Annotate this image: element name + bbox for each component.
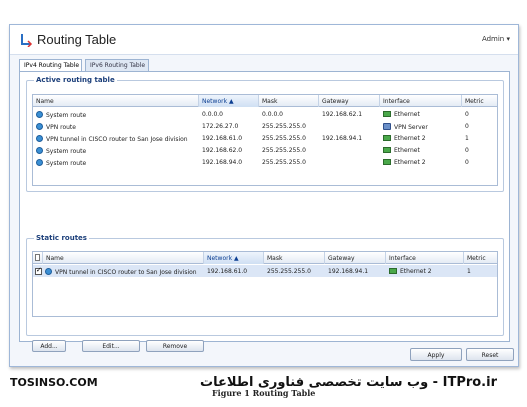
table-row[interactable]: VPN tunnel in CISCO router to San Jose d… — [33, 132, 497, 144]
apply-button[interactable]: Apply — [410, 348, 462, 361]
table-row[interactable]: System route 192.168.62.0 255.255.255.0 … — [33, 144, 497, 156]
route-network: 0.0.0.0 — [202, 111, 223, 118]
static-routes-grid: Name Network ▲ Mask Gateway Interface Me… — [32, 251, 498, 317]
route-gateway: 192.168.94.1 — [328, 268, 369, 275]
route-icon — [36, 147, 43, 154]
vpn-server-icon — [383, 123, 391, 130]
route-network: 192.168.61.0 — [202, 135, 243, 142]
route-name: VPN tunnel in CISCO router to San Jose d… — [55, 269, 197, 276]
table-row[interactable]: VPN route 172.26.27.0 255.255.255.0 VPN … — [33, 120, 497, 132]
col-network[interactable]: Network ▲ — [204, 252, 264, 264]
route-mask: 255.255.255.0 — [262, 159, 306, 166]
route-gateway — [319, 156, 380, 168]
route-icon — [36, 135, 43, 142]
app-title: Routing Table — [37, 32, 117, 47]
route-interface: Ethernet 2 — [394, 135, 426, 142]
route-metric: 0 — [465, 123, 469, 130]
route-name: System route — [46, 112, 87, 119]
route-metric: 1 — [467, 268, 471, 275]
route-icon — [36, 159, 43, 166]
add-route-button[interactable]: Add... — [32, 340, 66, 352]
col-gateway[interactable]: Gateway — [325, 252, 386, 264]
static-routes-group: Static routes Name Network ▲ Mask Gatewa… — [26, 234, 504, 336]
ethernet-icon — [383, 135, 391, 141]
table-row[interactable]: VPN tunnel in CISCO router to San Jose d… — [33, 265, 497, 277]
title-bar: Routing Table Admin ▾ — [10, 25, 518, 55]
tab-ipv6[interactable]: IPv6 Routing Table — [85, 59, 149, 71]
route-interface: Ethernet — [394, 147, 420, 154]
routing-table-window: Routing Table Admin ▾ IPv4 Routing Table… — [9, 24, 519, 367]
route-mask: 255.255.255.0 — [267, 268, 311, 275]
watermark-left: TOSINSO.COM — [10, 376, 98, 389]
route-gateway: 192.168.62.1 — [322, 111, 363, 118]
col-network[interactable]: Network ▲ — [199, 95, 259, 107]
col-name[interactable]: Name — [33, 95, 199, 107]
table-row[interactable]: System route 0.0.0.0 0.0.0.0 192.168.62.… — [33, 108, 497, 120]
table-row[interactable]: System route 192.168.94.0 255.255.255.0 … — [33, 156, 497, 168]
route-network: 192.168.61.0 — [207, 268, 248, 275]
route-icon — [36, 111, 43, 118]
remove-route-button[interactable]: Remove — [146, 340, 204, 352]
col-gateway[interactable]: Gateway — [319, 95, 380, 107]
route-mask: 255.255.255.0 — [262, 123, 306, 130]
col-interface[interactable]: Interface — [380, 95, 462, 107]
ethernet-icon — [383, 159, 391, 165]
col-interface[interactable]: Interface — [386, 252, 464, 264]
route-interface: Ethernet 2 — [400, 268, 432, 275]
route-network: 192.168.94.0 — [202, 159, 243, 166]
static-routes-title: Static routes — [34, 234, 89, 242]
reset-button[interactable]: Reset — [466, 348, 514, 361]
route-name: VPN route — [46, 124, 76, 131]
route-network: 192.168.62.0 — [202, 147, 243, 154]
figure-caption: Figure 1 Routing Table — [212, 388, 316, 398]
route-mask: 255.255.255.0 — [262, 147, 306, 154]
active-routes-grid: Name Network ▲ Mask Gateway Interface Me… — [32, 94, 498, 186]
route-interface: Ethernet 2 — [394, 159, 426, 166]
col-mask[interactable]: Mask — [259, 95, 319, 107]
route-gateway: 192.168.94.1 — [322, 135, 363, 142]
tab-ipv4[interactable]: IPv4 Routing Table — [19, 59, 82, 71]
user-menu[interactable]: Admin ▾ — [482, 35, 510, 43]
route-mask: 0.0.0.0 — [262, 111, 283, 118]
route-mask: 255.255.255.0 — [262, 135, 306, 142]
col-mask[interactable]: Mask — [264, 252, 325, 264]
route-icon — [45, 268, 52, 275]
tab-content: Active routing table Name Network ▲ Mask… — [19, 71, 510, 352]
route-gateway — [319, 120, 380, 132]
route-name: System route — [46, 160, 87, 167]
route-metric: 1 — [465, 135, 469, 142]
active-routes-header: Name Network ▲ Mask Gateway Interface Me… — [33, 95, 497, 107]
col-metric[interactable]: Metric — [462, 95, 497, 107]
route-enabled-checkbox[interactable] — [35, 266, 42, 275]
route-metric: 0 — [465, 111, 469, 118]
col-metric[interactable]: Metric — [464, 252, 497, 264]
route-network: 172.26.27.0 — [202, 123, 239, 130]
active-routing-title: Active routing table — [34, 76, 117, 84]
col-name[interactable]: Name — [43, 252, 204, 264]
ethernet-icon — [383, 111, 391, 117]
route-metric: 0 — [465, 147, 469, 154]
route-name: VPN tunnel in CISCO router to San Jose d… — [46, 136, 188, 143]
route-icon — [36, 123, 43, 130]
route-gateway — [319, 144, 380, 156]
ethernet-icon — [383, 147, 391, 153]
static-routes-header: Name Network ▲ Mask Gateway Interface Me… — [33, 252, 497, 264]
route-metric: 0 — [465, 159, 469, 166]
ethernet-icon — [389, 268, 397, 274]
route-name: System route — [46, 148, 87, 155]
active-routing-group: Active routing table Name Network ▲ Mask… — [26, 76, 504, 192]
col-select-icon — [33, 252, 43, 264]
document-icon — [35, 254, 40, 261]
route-interface: VPN Server — [394, 124, 428, 131]
routing-app-icon — [21, 34, 33, 47]
edit-route-button[interactable]: Edit... — [82, 340, 140, 352]
route-interface: Ethernet — [394, 111, 420, 118]
